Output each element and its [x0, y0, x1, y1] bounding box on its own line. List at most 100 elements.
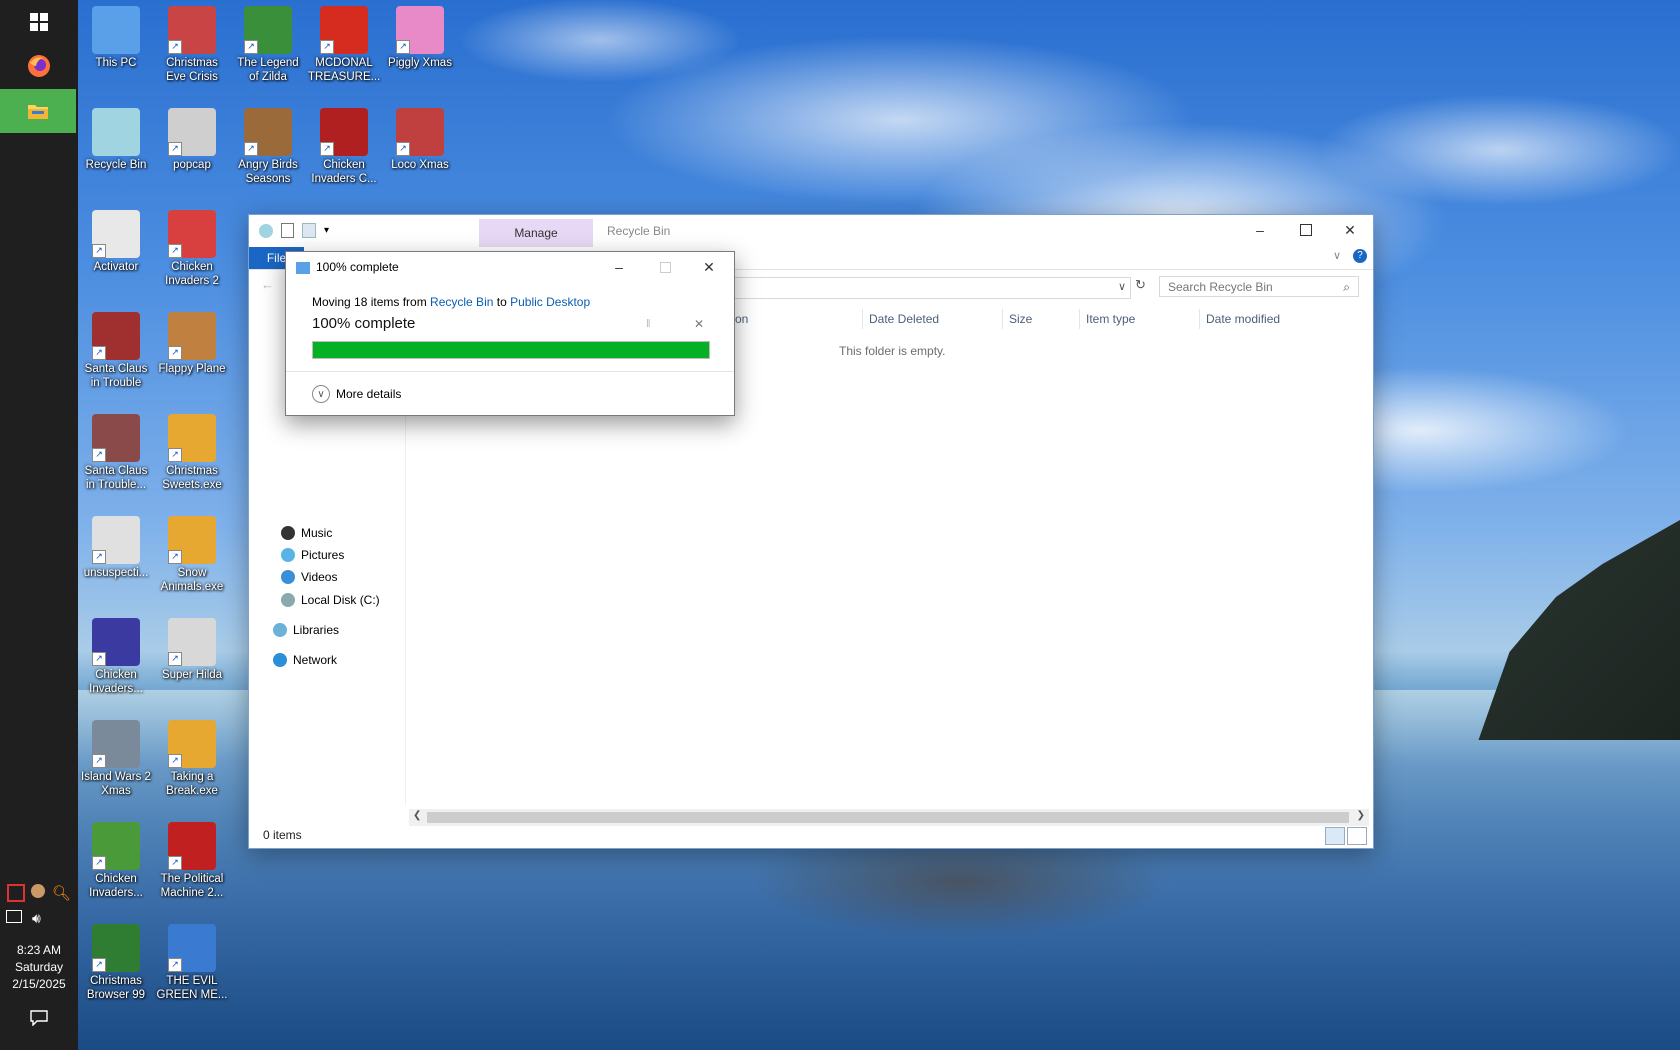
desktop-icon[interactable]: Recycle Bin [80, 108, 152, 172]
firefox-button[interactable] [0, 44, 78, 88]
desktop-icon-label: THE EVIL GREEN ME... [156, 975, 228, 1001]
new-folder-icon[interactable] [302, 223, 316, 238]
desktop-icon[interactable]: ↗ Chicken Invaders... [80, 822, 152, 900]
search-icon[interactable]: 🔍︎ [52, 884, 71, 902]
app-icon: ↗ [168, 312, 216, 360]
desktop-icon[interactable]: ↗ Loco Xmas [384, 108, 456, 172]
column-header[interactable]: Item type [1079, 309, 1135, 329]
file-explorer-button[interactable] [0, 89, 76, 133]
minimize-button[interactable]: – [1237, 215, 1283, 245]
network-icon[interactable] [6, 910, 22, 923]
desktop-icon[interactable]: ↗ MCDONAL TREASURE... [308, 6, 380, 84]
app-icon: ↗ [396, 108, 444, 156]
desktop-icon[interactable]: ↗ Taking a Break.exe [156, 720, 228, 798]
shortcut-arrow-icon: ↗ [168, 40, 182, 54]
back-icon[interactable]: ← [261, 277, 274, 292]
recycle-bin-small-icon [259, 223, 273, 238]
folder-icon [28, 105, 48, 119]
close-button[interactable]: ✕ [1327, 215, 1373, 245]
nav-item-label: Local Disk (C:) [301, 593, 380, 607]
desktop-icon[interactable]: ↗ unsuspecti... [80, 516, 152, 580]
nav-item-icon [281, 526, 295, 540]
desktop-icon-label: MCDONAL TREASURE... [308, 57, 381, 83]
properties-icon[interactable] [281, 223, 294, 238]
desktop-icon[interactable]: ↗ Flappy Plane [156, 312, 228, 376]
volume-icon[interactable]: 🔊︎ [32, 910, 41, 927]
action-center-button[interactable] [0, 1010, 78, 1029]
source-link[interactable]: Recycle Bin [430, 295, 493, 309]
nav-item[interactable]: Network [273, 653, 337, 667]
desktop-icon[interactable]: ↗ Super Hilda [156, 618, 228, 682]
desktop-icon[interactable]: ↗ Island Wars 2 Xmas [80, 720, 152, 798]
maximize-button[interactable] [1283, 215, 1329, 245]
desktop-icon[interactable]: ↗ The Legend of Zilda [232, 6, 304, 84]
desktop-icon[interactable]: This PC [80, 6, 152, 70]
more-details-button[interactable]: ∨ More details [312, 385, 401, 403]
horizontal-scrollbar[interactable]: ❮ ❯ [409, 809, 1369, 826]
desktop-icon[interactable]: ↗ Chicken Invaders... [80, 618, 152, 696]
nav-item[interactable]: Music [281, 526, 332, 540]
desktop-icon[interactable]: ↗ The Political Machine 2... [156, 822, 228, 900]
details-view-button[interactable] [1325, 827, 1345, 845]
nav-item[interactable]: Libraries [273, 623, 339, 637]
desktop-icon-label: Chicken Invaders 2 [165, 261, 219, 287]
desktop-icon[interactable]: ↗ Piggly Xmas [384, 6, 456, 70]
desktop-icon-label: Christmas Sweets.exe [162, 465, 222, 491]
app-icon: ↗ [92, 516, 140, 564]
desktop-icon[interactable]: ↗ Christmas Browser 99 [80, 924, 152, 1002]
nav-item[interactable]: Pictures [281, 548, 344, 562]
desktop-icon[interactable]: ↗ Santa Claus in Trouble... [80, 414, 152, 492]
scroll-right-icon[interactable]: ❯ [1357, 810, 1365, 821]
destination-link[interactable]: Public Desktop [510, 295, 590, 309]
app-icon: ↗ [92, 924, 140, 972]
scroll-left-icon[interactable]: ❮ [413, 810, 421, 821]
desktop-icon[interactable]: ↗ THE EVIL GREEN ME... [156, 924, 228, 1002]
column-header[interactable]: Date modified [1199, 309, 1280, 329]
app-icon: ↗ [244, 108, 292, 156]
nav-item[interactable]: Videos [281, 570, 337, 584]
tab-manage[interactable]: Manage [479, 219, 593, 247]
app-icon: ↗ [92, 312, 140, 360]
desktop-icon-label: This PC [95, 57, 137, 69]
desktop-icon[interactable]: ↗ Christmas Eve Crisis [156, 6, 228, 84]
desktop-icon[interactable]: ↗ popcap [156, 108, 228, 172]
desktop-icon-label: Activator [93, 261, 139, 273]
desktop-icon[interactable]: ↗ Activator [80, 210, 152, 274]
desktop-icon[interactable]: ↗ Snow Animals.exe [156, 516, 228, 594]
firefox-icon [28, 55, 50, 77]
cancel-icon[interactable]: ✕ [694, 317, 704, 331]
search-input[interactable]: Search Recycle Bin ⌕ [1159, 276, 1359, 297]
address-dropdown-icon[interactable]: ∨ [1118, 280, 1126, 293]
nav-item-icon [281, 570, 295, 584]
desktop-icon[interactable]: ↗ Christmas Sweets.exe [156, 414, 228, 492]
column-header[interactable]: Date Deleted [862, 309, 939, 329]
help-icon[interactable]: ? [1353, 249, 1367, 263]
shortcut-arrow-icon: ↗ [92, 958, 106, 972]
column-header[interactable]: Size [1002, 309, 1032, 329]
clock-time: 8:23 AM [16, 943, 62, 957]
refresh-button[interactable]: ↻ [1135, 277, 1146, 293]
game-icon[interactable] [31, 884, 46, 898]
antivirus-icon[interactable] [7, 884, 26, 902]
dialog-close-button[interactable]: ✕ [686, 252, 732, 282]
pause-icon[interactable]: ‖ [646, 318, 651, 330]
scrollbar-thumb[interactable] [427, 812, 1349, 823]
desktop-icon[interactable]: ↗ Chicken Invaders C... [308, 108, 380, 186]
search-placeholder: Search Recycle Bin [1168, 280, 1273, 294]
large-icons-view-button[interactable] [1347, 827, 1367, 845]
ribbon-expand-icon[interactable]: ∨ [1333, 249, 1341, 262]
minimize-icon: – [1256, 222, 1264, 238]
desktop-icon[interactable]: ↗ Chicken Invaders 2 [156, 210, 228, 288]
desktop-icon[interactable]: ↗ Angry Birds Seasons [232, 108, 304, 186]
nav-item[interactable]: Local Disk (C:) [281, 593, 380, 607]
start-button[interactable] [0, 0, 78, 44]
address-bar[interactable]: ∨ [729, 277, 1131, 299]
customize-toolbar-icon[interactable]: ▾ [324, 225, 329, 236]
app-icon: ↗ [244, 6, 292, 54]
desktop-icon-label: Island Wars 2 Xmas [81, 771, 151, 797]
clock[interactable]: 8:23 AM Saturday 2/15/2025 [0, 943, 78, 991]
desktop-icon[interactable]: ↗ Santa Claus in Trouble [80, 312, 152, 390]
message-prefix: Moving 18 items from [312, 295, 427, 309]
dialog-minimize-button[interactable]: – [596, 252, 642, 282]
app-icon [92, 6, 140, 54]
